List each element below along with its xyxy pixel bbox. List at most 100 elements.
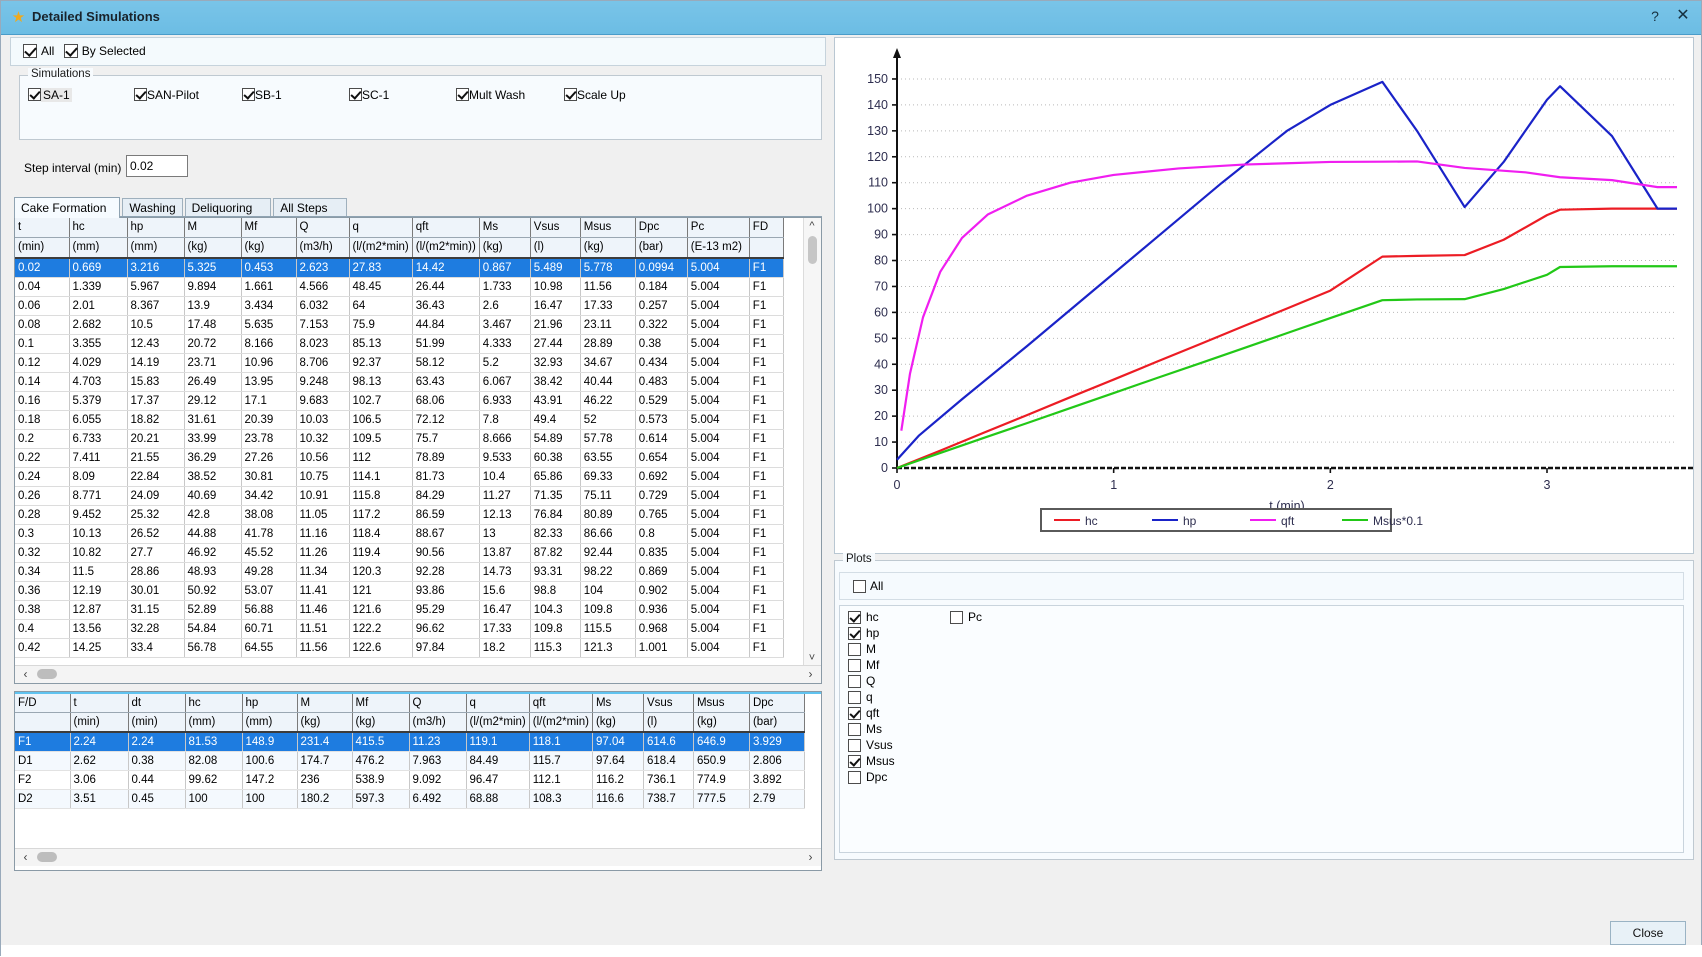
table-row[interactable]: 0.4 13.56 32.28 54.84 60.71 11.51 122.2 96.62 17…	[15, 619, 784, 639]
table-row[interactable]: 0.3 10.13 26.52 44.88 41.78 11.16 118.4 88.67 13…	[15, 524, 784, 544]
fd-column-header-Msus[interactable]: Msus	[693, 694, 750, 713]
plot-checkbox-hp[interactable]: hp	[848, 626, 879, 641]
fd-column-header-Q[interactable]: Q	[409, 694, 467, 713]
table-row[interactable]: 0.12 4.029 14.19 23.71 10.96 8.706 92.37 58.12 5…	[15, 353, 784, 373]
plot-checkbox-pc[interactable]: Pc	[950, 610, 982, 625]
table-row[interactable]: F2 3.06 0.44 99.62 147.2 236 538.9 9.092 96.47 11…	[15, 770, 805, 790]
fd-column-header-hp[interactable]: hp	[242, 694, 298, 713]
plot-checkbox-msus[interactable]: Msus	[848, 754, 895, 769]
table-row[interactable]: 0.16 5.379 17.37 29.12 17.1 9.683 102.7 68.06 6.…	[15, 391, 784, 411]
main-table-vertical-scrollbar[interactable]: ^ ˅	[803, 218, 821, 666]
table-cell: 2.01	[69, 296, 128, 316]
plot-checkbox-hc[interactable]: hc	[848, 610, 879, 625]
simulation-checkbox-san-pilot[interactable]: SAN-Pilot	[134, 88, 199, 102]
vertical-scroll-thumb[interactable]	[808, 236, 817, 264]
column-header-Pc[interactable]: Pc	[687, 218, 750, 238]
column-header-Q[interactable]: Q	[296, 218, 350, 238]
scroll-right-icon[interactable]: ›	[802, 849, 819, 865]
tab-deliquoring[interactable]: Deliquoring	[184, 198, 272, 217]
plot-area[interactable]: 0 10 20 30 40 50 60 70 80 90 100 110 120 130 140 150 0 1 2…	[834, 37, 1694, 554]
table-row[interactable]: 0.34 11.5 28.86 48.93 49.28 11.34 120.3 92.28 14…	[15, 562, 784, 582]
table-row[interactable]: 0.36 12.19 30.01 50.92 53.07 11.41 121 93.86 15.…	[15, 581, 784, 601]
table-row[interactable]: 0.28 9.452 25.32 42.8 38.08 11.05 117.2 86.59 12…	[15, 505, 784, 525]
plot-checkbox-dpc[interactable]: Dpc	[848, 770, 887, 785]
column-header-qft[interactable]: qft	[412, 218, 480, 238]
scroll-right-icon[interactable]: ›	[802, 666, 819, 682]
column-header-FD[interactable]: FD	[749, 218, 784, 238]
table-row[interactable]: F1 2.24 2.24 81.53 148.9 231.4 415.5 11.23 119.1…	[15, 732, 805, 752]
column-header-Ms[interactable]: Ms	[479, 218, 531, 238]
table-row[interactable]: D2 3.51 0.45 100 100 180.2 597.3 6.492 68.88 108.…	[15, 789, 805, 809]
table-row[interactable]: 0.42 14.25 33.4 56.78 64.55 11.56 122.6 97.84 18…	[15, 638, 784, 658]
column-header-Msus[interactable]: Msus	[580, 218, 636, 238]
column-header-Mf[interactable]: Mf	[241, 218, 297, 238]
table-row[interactable]: 0.14 4.703 15.83 26.49 13.95 9.248 98.13 63.43 6…	[15, 372, 784, 392]
close-icon[interactable]: ✕	[1671, 5, 1695, 27]
column-header-t[interactable]: t	[15, 218, 70, 238]
column-header-hp[interactable]: hp	[127, 218, 185, 238]
horizontal-scroll-thumb[interactable]	[37, 852, 57, 862]
simulation-checkbox-sb-1[interactable]: SB-1	[242, 88, 282, 102]
fd-column-header-M[interactable]: M	[297, 694, 353, 713]
main-table-horizontal-scrollbar[interactable]: ‹ ›	[15, 665, 821, 683]
table-row[interactable]: 0.1 3.355 12.43 20.72 8.166 8.023 85.13 51.99 4.…	[15, 334, 784, 354]
tab-cake-formation[interactable]: Cake Formation	[14, 197, 121, 218]
scroll-left-icon[interactable]: ‹	[17, 849, 34, 865]
table-row[interactable]: 0.38 12.87 31.15 52.89 56.88 11.46 121.6 95.29 1…	[15, 600, 784, 620]
simulation-checkbox-scale-up[interactable]: Scale Up	[564, 88, 626, 102]
table-cell: F1	[749, 372, 784, 392]
fd-column-header-hc[interactable]: hc	[185, 694, 243, 713]
scroll-down-icon[interactable]: ˅	[804, 650, 820, 666]
plot-checkbox-mf[interactable]: Mf	[848, 658, 879, 673]
plot-checkbox-q[interactable]: q	[848, 690, 873, 705]
fd-column-header-dt[interactable]: dt	[128, 694, 186, 713]
help-button[interactable]: ?	[1643, 5, 1667, 27]
plot-checkbox-qft[interactable]: qft	[848, 706, 879, 721]
filter-by-selected-checkbox[interactable]: By Selected	[63, 44, 146, 59]
tab-washing[interactable]: Washing	[122, 198, 183, 217]
plot-checkbox-q[interactable]: Q	[848, 674, 875, 689]
fd-column-header-Dpc[interactable]: Dpc	[749, 694, 805, 713]
table-row[interactable]: 0.04 1.339 5.967 9.894 1.661 4.566 48.45 26.44 1…	[15, 277, 784, 297]
table-row[interactable]: D1 2.62 0.38 82.08 100.6 174.7 476.2 7.963 84.49…	[15, 751, 805, 771]
fd-summary-table[interactable]: F/D t dt hc hp M Mf Qq qft Ms Vsus Msus Dpc (min) (min…	[14, 691, 822, 871]
table-row[interactable]: 0.32 10.82 27.7 46.92 45.52 11.26 119.4 90.56 13…	[15, 543, 784, 563]
fd-column-header-Vsus[interactable]: Vsus	[643, 694, 694, 713]
simulation-checkbox-sa-1[interactable]: SA-1	[28, 88, 72, 102]
fd-table-horizontal-scrollbar[interactable]: ‹ ›	[15, 848, 821, 866]
simulation-checkbox-mult-wash[interactable]: Mult Wash	[456, 88, 525, 102]
fd-column-header-q[interactable]: q	[466, 694, 530, 713]
table-row[interactable]: 0.22 7.411 21.55 36.29 27.26 10.56 112 78.89 9.5…	[15, 448, 784, 468]
column-header-hc[interactable]: hc	[69, 218, 128, 238]
column-header-q[interactable]: q	[349, 218, 413, 238]
horizontal-scroll-thumb[interactable]	[37, 669, 57, 679]
table-row[interactable]: 0.18 6.055 18.82 31.61 20.39 10.03 106.5 72.12 7…	[15, 410, 784, 430]
column-header-M[interactable]: M	[184, 218, 242, 238]
cake-formation-table[interactable]: t hc hp M Mf Qq qft Ms Vsus Msus Dpc Pc FD (min) (mm)(…	[14, 217, 822, 684]
column-header-Dpc[interactable]: Dpc	[635, 218, 688, 238]
fd-column-header-t[interactable]: t	[70, 694, 129, 713]
fd-column-header-qft[interactable]: qft	[529, 694, 593, 713]
fd-column-header-FD[interactable]: F/D	[15, 694, 71, 713]
plots-all-checkbox[interactable]: All	[853, 579, 883, 594]
table-cell: 5.004	[687, 277, 750, 297]
table-row[interactable]: 0.06 2.01 8.367 13.9 3.434 6.032 64 36.43 2.6 16.…	[15, 296, 784, 316]
simulation-checkbox-sc-1[interactable]: SC-1	[349, 88, 389, 102]
scroll-up-icon[interactable]: ^	[804, 218, 820, 234]
fd-column-header-Mf[interactable]: Mf	[352, 694, 410, 713]
table-row[interactable]: 0.02 0.669 3.216 5.325 0.453 2.623 27.83 14.42 0…	[15, 258, 784, 278]
table-row[interactable]: 0.26 8.771 24.09 40.69 34.42 10.91 115.8 84.29 1…	[15, 486, 784, 506]
scroll-left-icon[interactable]: ‹	[17, 666, 34, 682]
plot-checkbox-vsus[interactable]: Vsus	[848, 738, 893, 753]
plot-checkbox-ms[interactable]: Ms	[848, 722, 882, 737]
plot-checkbox-m[interactable]: M	[848, 642, 876, 657]
filter-all-checkbox[interactable]: All	[23, 44, 54, 59]
table-row[interactable]: 0.08 2.682 10.5 17.48 5.635 7.153 75.9 44.84 3.4…	[15, 315, 784, 335]
fd-column-header-Ms[interactable]: Ms	[592, 694, 644, 713]
table-row[interactable]: 0.24 8.09 22.84 38.52 30.81 10.75 114.1 81.73 10…	[15, 467, 784, 487]
tab-all-steps[interactable]: All Steps	[273, 198, 347, 217]
table-row[interactable]: 0.2 6.733 20.21 33.99 23.78 10.32 109.5 75.7 8.6…	[15, 429, 784, 449]
step-interval-input[interactable]	[126, 155, 188, 177]
column-header-Vsus[interactable]: Vsus	[530, 218, 581, 238]
close-button[interactable]: Close	[1610, 921, 1686, 945]
